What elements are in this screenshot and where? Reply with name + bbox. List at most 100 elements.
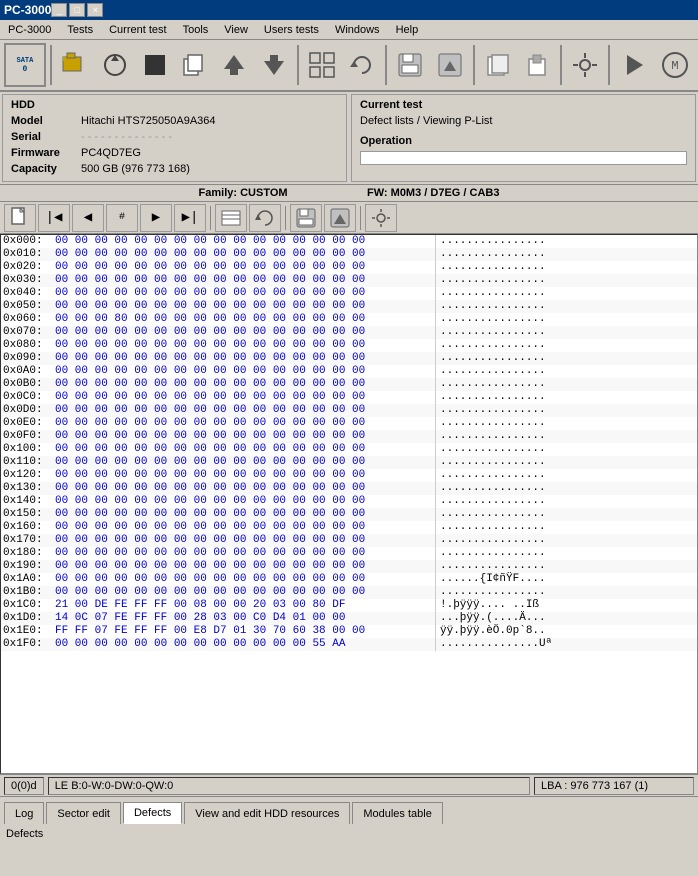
menu-help[interactable]: Help	[388, 22, 427, 38]
hex-bytes[interactable]: 00 00 00 00 00 00 00 00 00 00 00 00 00 0…	[55, 443, 435, 456]
hex-bytes[interactable]: FF FF 07 FE FF FF 00 E8 D7 01 30 70 60 3…	[55, 625, 435, 638]
menu-windows[interactable]: Windows	[327, 22, 388, 38]
hex-bytes[interactable]: 00 00 00 00 00 00 00 00 00 00 00 00 00 0…	[55, 248, 435, 261]
hex-ascii: ................	[435, 287, 695, 300]
toolbar-btn-grid[interactable]	[303, 43, 341, 87]
hex-btn-last[interactable]: ▶|	[174, 204, 206, 232]
hex-btn-next[interactable]: ▶	[140, 204, 172, 232]
hex-ascii: ................	[435, 417, 695, 430]
hex-btn-new[interactable]	[4, 204, 36, 232]
family-bar: Family: CUSTOM FW: M0M3 / D7EG / CAB3	[0, 185, 698, 202]
tab-log[interactable]: Log	[4, 802, 44, 824]
info-row-current-test: Defect lists / Viewing P-List	[360, 113, 687, 129]
firmware-value: PC4QD7EG	[81, 145, 338, 161]
hex-bytes[interactable]: 14 0C 07 FE FF FF 00 28 03 00 C0 D4 01 0…	[55, 612, 435, 625]
hex-address: 0x030:	[3, 274, 55, 287]
minimize-button[interactable]: _	[51, 3, 67, 17]
tab-bar: Log Sector edit Defects View and edit HD…	[0, 796, 698, 824]
hex-bytes[interactable]: 00 00 00 00 00 00 00 00 00 00 00 00 00 0…	[55, 287, 435, 300]
hex-bytes[interactable]: 00 00 00 00 00 00 00 00 00 00 00 00 00 0…	[55, 430, 435, 443]
toolbar-btn-copy2[interactable]	[479, 43, 517, 87]
hex-bytes[interactable]: 00 00 00 00 00 00 00 00 00 00 00 00 00 0…	[55, 560, 435, 573]
hex-bytes[interactable]: 00 00 00 00 00 00 00 00 00 00 00 00 00 0…	[55, 404, 435, 417]
toolbar-btn-6[interactable]	[255, 43, 293, 87]
hex-bytes[interactable]: 00 00 00 00 00 00 00 00 00 00 00 00 00 0…	[55, 508, 435, 521]
hex-btn-num[interactable]: #	[106, 204, 138, 232]
hex-ascii: ......{I¢ñŸF....	[435, 573, 695, 586]
tab-sector-edit[interactable]: Sector edit	[46, 802, 121, 824]
hex-bytes[interactable]: 00 00 00 80 00 00 00 00 00 00 00 00 00 0…	[55, 313, 435, 326]
title-bar-buttons: _ □ ×	[51, 3, 103, 17]
hex-bytes[interactable]: 00 00 00 00 00 00 00 00 00 00 00 00 00 0…	[55, 456, 435, 469]
hex-bytes[interactable]: 00 00 00 00 00 00 00 00 00 00 00 00 00 0…	[55, 547, 435, 560]
hex-ascii: ................	[435, 313, 695, 326]
hex-bytes[interactable]: 00 00 00 00 00 00 00 00 00 00 00 00 00 5…	[55, 638, 435, 651]
toolbar-btn-4[interactable]	[175, 43, 213, 87]
toolbar-btn-load[interactable]	[431, 43, 469, 87]
maximize-button[interactable]: □	[69, 3, 85, 17]
hex-btn-save2[interactable]	[290, 204, 322, 232]
toolbar-btn-refresh2[interactable]	[343, 43, 381, 87]
toolbar-btn-5[interactable]	[215, 43, 253, 87]
table-row: 0x170:00 00 00 00 00 00 00 00 00 00 00 0…	[1, 534, 697, 547]
hex-toolbar: |◀ ◀ # ▶ ▶|	[0, 202, 698, 234]
hex-btn-view[interactable]	[215, 204, 247, 232]
hex-bytes[interactable]: 00 00 00 00 00 00 00 00 00 00 00 00 00 0…	[55, 391, 435, 404]
hex-ascii: !.þÿÿÿ.... ..Iß	[435, 599, 695, 612]
info-row-firmware: Firmware PC4QD7EG	[11, 145, 338, 161]
toolbar-btn-3[interactable]	[136, 43, 174, 87]
hex-bytes[interactable]: 00 00 00 00 00 00 00 00 00 00 00 00 00 0…	[55, 495, 435, 508]
hex-address: 0x1F0:	[3, 638, 55, 651]
hex-ascii: ...þÿÿ.(....Ä...	[435, 612, 695, 625]
hex-bytes[interactable]: 00 00 00 00 00 00 00 00 00 00 00 00 00 0…	[55, 235, 435, 248]
hex-bytes[interactable]: 00 00 00 00 00 00 00 00 00 00 00 00 00 0…	[55, 274, 435, 287]
menu-current-test[interactable]: Current test	[101, 22, 174, 38]
hex-bytes[interactable]: 00 00 00 00 00 00 00 00 00 00 00 00 00 0…	[55, 534, 435, 547]
hex-bytes[interactable]: 00 00 00 00 00 00 00 00 00 00 00 00 00 0…	[55, 352, 435, 365]
hex-btn-load2[interactable]	[324, 204, 356, 232]
menu-tools[interactable]: Tools	[175, 22, 217, 38]
table-row: 0x0F0:00 00 00 00 00 00 00 00 00 00 00 0…	[1, 430, 697, 443]
toolbar-btn-settings[interactable]	[566, 43, 604, 87]
hex-bytes[interactable]: 00 00 00 00 00 00 00 00 00 00 00 00 00 0…	[55, 586, 435, 599]
menu-users-tests[interactable]: Users tests	[256, 22, 327, 38]
toolbar-btn-1[interactable]	[56, 43, 94, 87]
hex-bytes[interactable]: 00 00 00 00 00 00 00 00 00 00 00 00 00 0…	[55, 339, 435, 352]
table-row: 0x010:00 00 00 00 00 00 00 00 00 00 00 0…	[1, 248, 697, 261]
hex-bytes[interactable]: 00 00 00 00 00 00 00 00 00 00 00 00 00 0…	[55, 378, 435, 391]
toolbar-separator-4	[473, 45, 475, 85]
hex-bytes[interactable]: 21 00 DE FE FF FF 00 08 00 00 20 03 00 8…	[55, 599, 435, 612]
hex-btn-settings2[interactable]	[365, 204, 397, 232]
tab-view-edit[interactable]: View and edit HDD resources	[184, 802, 350, 824]
hex-bytes[interactable]: 00 00 00 00 00 00 00 00 00 00 00 00 00 0…	[55, 261, 435, 274]
hex-bytes[interactable]: 00 00 00 00 00 00 00 00 00 00 00 00 00 0…	[55, 482, 435, 495]
hex-bytes[interactable]: 00 00 00 00 00 00 00 00 00 00 00 00 00 0…	[55, 365, 435, 378]
toolbar-btn-play[interactable]	[614, 43, 652, 87]
tab-defects[interactable]: Defects	[123, 802, 182, 824]
hex-bytes[interactable]: 00 00 00 00 00 00 00 00 00 00 00 00 00 0…	[55, 417, 435, 430]
toolbar-btn-save[interactable]	[391, 43, 429, 87]
hex-ascii: ................	[435, 352, 695, 365]
hex-bytes[interactable]: 00 00 00 00 00 00 00 00 00 00 00 00 00 0…	[55, 573, 435, 586]
toolbar-btn-paste[interactable]	[519, 43, 557, 87]
hex-btn-prev[interactable]: ◀	[72, 204, 104, 232]
hex-bytes[interactable]: 00 00 00 00 00 00 00 00 00 00 00 00 00 0…	[55, 521, 435, 534]
toolbar-btn-2[interactable]	[96, 43, 134, 87]
close-button[interactable]: ×	[87, 3, 103, 17]
table-row: 0x0C0:00 00 00 00 00 00 00 00 00 00 00 0…	[1, 391, 697, 404]
hex-ascii: ................	[435, 560, 695, 573]
menu-pc3000[interactable]: PC-3000	[0, 22, 59, 38]
tab-modules-table[interactable]: Modules table	[352, 802, 443, 824]
hex-bytes[interactable]: 00 00 00 00 00 00 00 00 00 00 00 00 00 0…	[55, 300, 435, 313]
table-row: 0x190:00 00 00 00 00 00 00 00 00 00 00 0…	[1, 560, 697, 573]
toolbar-separator-3	[385, 45, 387, 85]
hex-separator-1	[210, 206, 211, 230]
hex-btn-first[interactable]: |◀	[38, 204, 70, 232]
hex-bytes[interactable]: 00 00 00 00 00 00 00 00 00 00 00 00 00 0…	[55, 326, 435, 339]
menu-view[interactable]: View	[216, 22, 256, 38]
table-row: 0x080:00 00 00 00 00 00 00 00 00 00 00 0…	[1, 339, 697, 352]
hex-bytes[interactable]: 00 00 00 00 00 00 00 00 00 00 00 00 00 0…	[55, 469, 435, 482]
toolbar-btn-extra[interactable]: M	[656, 43, 694, 87]
menu-tests[interactable]: Tests	[59, 22, 101, 38]
hex-btn-refresh[interactable]	[249, 204, 281, 232]
